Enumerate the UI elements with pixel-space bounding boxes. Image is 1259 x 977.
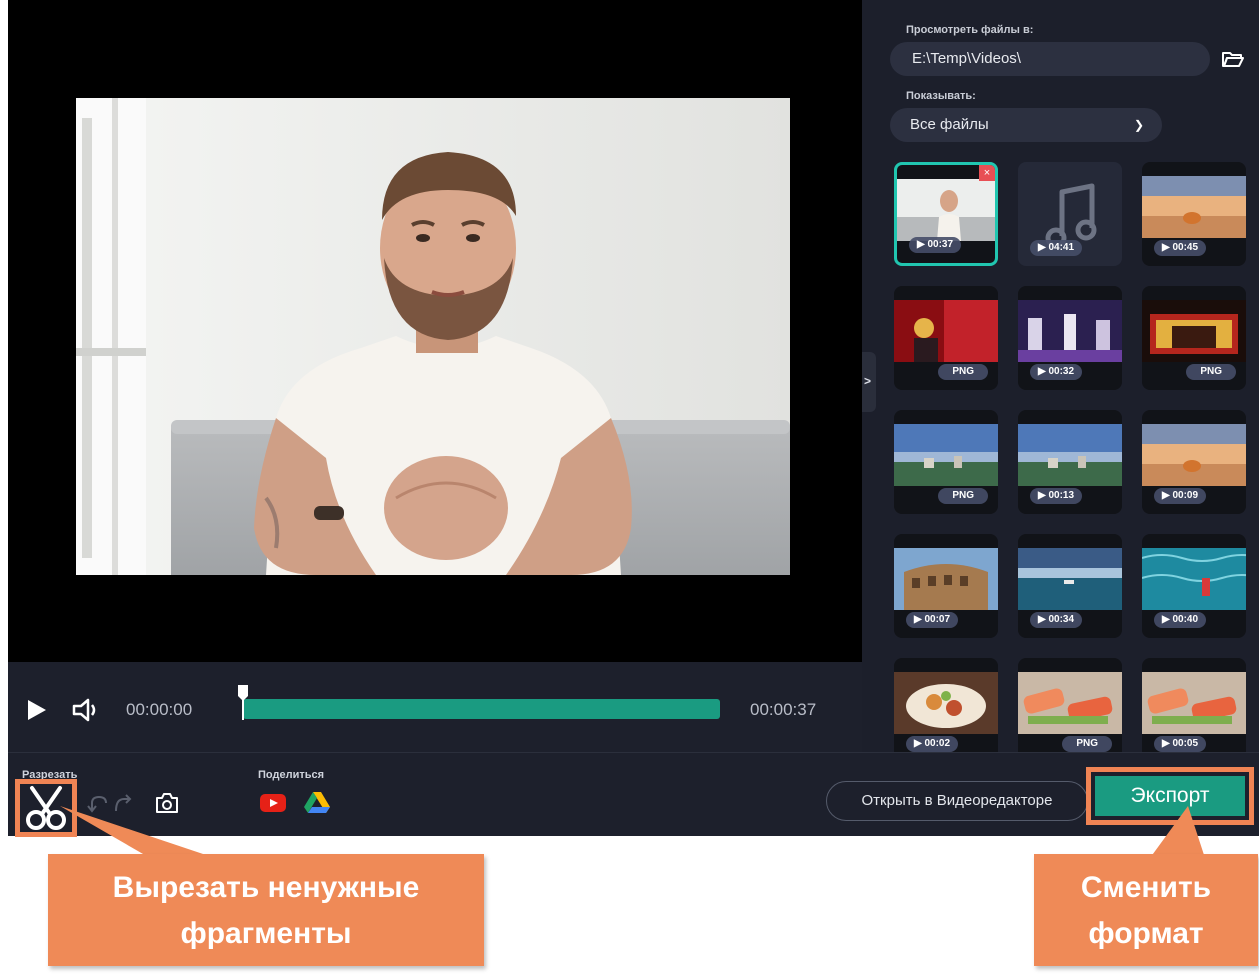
file-thumbnail [1018,424,1122,486]
file-filter-select[interactable]: Все файлы ❯ [890,108,1162,142]
file-tile[interactable]: ▶ 00:40 [1142,534,1246,638]
video-frame-image [76,98,790,575]
file-thumbnail [1018,548,1122,610]
file-thumbnail [894,424,998,486]
total-time: 00:00:37 [750,700,817,719]
browse-label: Просмотреть файлы в: [906,24,1034,36]
cut-callout-line1: Вырезать ненужные [112,871,420,904]
video-frame[interactable] [76,98,790,575]
file-tile[interactable]: ▶ 00:07 [894,534,998,638]
file-badge: ▶ 00:37 [909,237,962,253]
file-grid: ▶ 00:37 × ▶ 04:41 ▶ 00:45 PNG ▶ 00:32 PNG PNG ▶ … [894,162,1254,752]
file-badge: ▶ 00:02 [906,736,959,752]
file-thumbnail [1142,424,1246,486]
file-filter-value: Все файлы [910,116,989,133]
google-drive-icon[interactable] [304,791,330,813]
current-time: 00:00:00 [126,700,193,719]
file-thumbnail [1142,548,1246,610]
redo-icon[interactable] [112,793,134,813]
file-tile[interactable]: ▶ 00:02 [894,658,998,752]
file-badge: ▶ 00:05 [1154,736,1207,752]
file-badge: PNG [938,364,988,380]
show-label: Показывать: [906,90,976,102]
share-section-label: Поделиться [258,769,325,781]
file-badge: PNG [1062,736,1112,752]
chevron-right-icon: > [864,374,872,388]
collapse-panel-button[interactable]: > [862,352,876,412]
video-preview [8,0,862,662]
app-window: 00:00:00 00:00:37 Разрезать Поделиться О… [8,0,1259,837]
file-tile[interactable]: PNG [1142,286,1246,390]
cut-callout-line2: фрагменты [180,917,352,950]
file-thumbnail [1018,300,1122,362]
file-badge: ▶ 00:45 [1154,240,1207,256]
export-button[interactable]: Экспорт [1095,776,1245,816]
player-bar: 00:00:00 00:00:37 [8,662,862,752]
undo-icon[interactable] [86,793,108,813]
file-tile[interactable]: ▶ 04:41 [1018,162,1122,266]
file-thumbnail [894,548,998,610]
folder-path-input[interactable]: E:\Temp\Videos\ [890,42,1210,76]
timeline-track[interactable] [243,699,720,719]
file-badge: ▶ 04:41 [1030,240,1083,256]
file-thumbnail [1142,176,1246,238]
youtube-icon[interactable] [260,793,286,813]
file-tile[interactable]: ▶ 00:37 × [894,162,998,266]
timeline-handle[interactable] [237,684,249,720]
file-tile[interactable]: ▶ 00:34 [1018,534,1122,638]
open-in-editor-button[interactable]: Открыть в Видеоредакторе [826,781,1088,821]
file-badge: ▶ 00:32 [1030,364,1083,380]
volume-icon[interactable] [72,698,102,722]
file-thumbnail [894,300,998,362]
folder-icon[interactable] [1222,50,1244,68]
bottom-toolbar: Разрезать Поделиться Открыть в Видеореда… [8,752,1259,837]
export-callout: Сменить формат [1034,854,1258,966]
file-thumbnail [1142,300,1246,362]
file-badge: PNG [1186,364,1236,380]
export-callout-line1: Сменить [1080,871,1212,904]
export-highlight: Экспорт [1086,767,1254,825]
file-tile[interactable]: PNG [894,286,998,390]
scissors-icon [26,786,66,830]
file-badge: ▶ 00:07 [906,612,959,628]
camera-icon[interactable] [154,791,180,815]
cut-button[interactable] [15,779,77,837]
file-badge: PNG [938,488,988,504]
close-icon[interactable]: × [979,165,995,181]
chevron-down-icon: ❯ [1133,118,1144,132]
file-thumbnail [894,672,998,734]
file-badge: ▶ 00:34 [1030,612,1083,628]
file-tile[interactable]: PNG [894,410,998,514]
cut-callout: Вырезать ненужные фрагменты [48,854,484,966]
file-badge: ▶ 00:40 [1154,612,1207,628]
file-badge: ▶ 00:09 [1154,488,1207,504]
play-icon[interactable] [24,698,48,722]
file-tile[interactable]: PNG [1018,658,1122,752]
file-thumbnail [1142,672,1246,734]
file-browser-panel: > Просмотреть файлы в: E:\Temp\Videos\ П… [862,0,1259,752]
file-thumbnail [897,179,995,241]
file-tile[interactable]: ▶ 00:45 [1142,162,1246,266]
file-tile[interactable]: ▶ 00:32 [1018,286,1122,390]
file-tile[interactable]: ▶ 00:09 [1142,410,1246,514]
export-callout-line2: формат [1088,917,1204,950]
file-tile[interactable]: ▶ 00:13 [1018,410,1122,514]
file-thumbnail [1018,672,1122,734]
file-badge: ▶ 00:13 [1030,488,1083,504]
file-tile[interactable]: ▶ 00:05 [1142,658,1246,752]
page: 00:00:00 00:00:37 Разрезать Поделиться О… [0,0,1259,977]
